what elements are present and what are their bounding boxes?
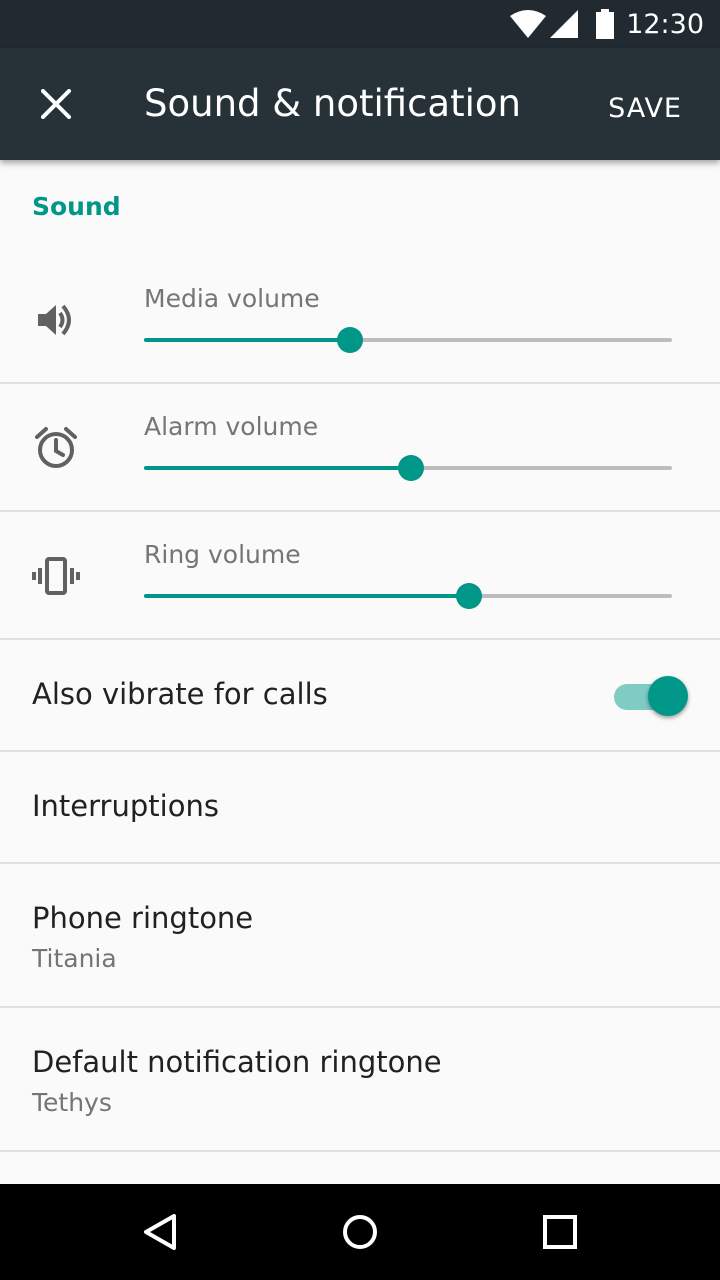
phone-ringtone-label: Phone ringtone: [32, 901, 254, 935]
home-button[interactable]: [328, 1200, 392, 1264]
ring-volume-slider[interactable]: [144, 583, 672, 609]
page-title: Sound & notification: [144, 82, 521, 125]
navigation-bar: [0, 1184, 720, 1280]
recents-button[interactable]: [528, 1200, 592, 1264]
status-icons: 12:30: [510, 0, 704, 48]
back-button[interactable]: [128, 1200, 192, 1264]
alarm-volume-row: Alarm volume: [0, 384, 720, 512]
vibrate-for-calls-label: Also vibrate for calls: [32, 677, 328, 711]
media-volume-thumb[interactable]: [336, 327, 363, 353]
ring-volume-thumb[interactable]: [455, 583, 482, 609]
interruptions-label: Interruptions: [32, 789, 219, 823]
alarm-volume-fill: [144, 466, 411, 470]
notification-ringtone-row[interactable]: Default notification ringtone Tethys: [0, 1008, 720, 1152]
alarm-volume-slider[interactable]: [144, 455, 672, 481]
close-button[interactable]: [24, 72, 88, 136]
media-volume-fill: [144, 338, 350, 342]
media-volume-slider[interactable]: [144, 327, 672, 353]
recents-icon: [543, 1215, 577, 1249]
switch-thumb: [648, 676, 688, 716]
notification-ringtone-value: Tethys: [32, 1088, 112, 1117]
ring-volume-fill: [144, 594, 469, 598]
alarm-volume-thumb[interactable]: [397, 455, 424, 481]
home-icon: [343, 1215, 377, 1249]
app-bar: Sound & notification SAVE: [0, 48, 720, 160]
save-button[interactable]: SAVE: [594, 84, 696, 134]
ring-volume-label: Ring volume: [144, 540, 301, 569]
vibrate-for-calls-row[interactable]: Also vibrate for calls: [0, 640, 720, 752]
alarm-volume-label: Alarm volume: [144, 412, 319, 441]
vibrate-icon: [32, 557, 80, 595]
status-bar: 12:30: [0, 0, 720, 48]
phone-ringtone-value: Titania: [32, 944, 117, 973]
section-header-sound: Sound: [32, 192, 121, 221]
speaker-icon: [38, 304, 71, 336]
close-icon: [41, 89, 71, 119]
alarm-clock-icon: [35, 427, 77, 468]
interruptions-row[interactable]: Interruptions: [0, 752, 720, 864]
status-time: 12:30: [626, 8, 704, 40]
cell-signal-icon: [550, 10, 579, 38]
battery-icon: [596, 9, 615, 39]
media-volume-row: Media volume: [0, 254, 720, 384]
vibrate-for-calls-switch[interactable]: [612, 676, 688, 716]
notification-ringtone-label: Default notification ringtone: [32, 1045, 442, 1079]
phone-ringtone-row[interactable]: Phone ringtone Titania: [0, 864, 720, 1008]
media-volume-label: Media volume: [144, 284, 320, 313]
wifi-icon: [510, 10, 547, 38]
back-icon: [144, 1214, 176, 1250]
ring-volume-row: Ring volume: [0, 512, 720, 640]
